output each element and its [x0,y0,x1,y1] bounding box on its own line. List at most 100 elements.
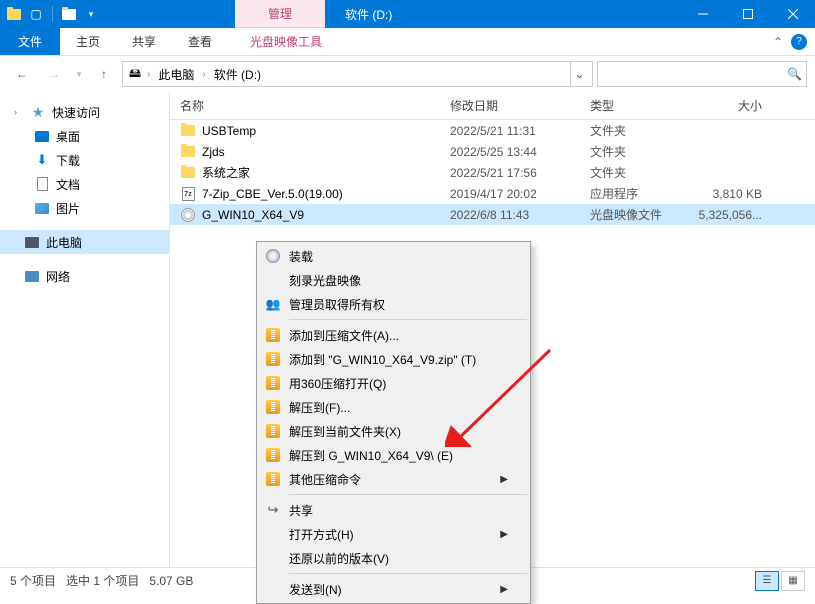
cm-restore-versions[interactable]: 还原以前的版本(V) [259,546,528,570]
status-item-count: 5 个项目 [10,572,56,589]
column-header-type[interactable]: 类型 [580,97,690,114]
chevron-right-icon[interactable]: › [200,69,207,80]
ribbon-file-tab[interactable]: 文件 [0,28,60,55]
status-size: 5.07 GB [149,574,193,588]
qat-properties-icon[interactable]: ▢ [26,4,46,24]
folder-icon [180,144,196,160]
ribbon-tab-share[interactable]: 共享 [116,28,172,55]
desktop-icon [34,128,50,144]
archive-icon [263,421,283,441]
cm-label: 刻录光盘映像 [289,272,508,289]
contextual-tab-manage[interactable]: 管理 [235,0,325,28]
blank-icon [263,579,283,599]
file-row[interactable]: G_WIN10_X64_V9 2022/6/8 11:43 光盘映像文件 5,3… [170,204,815,225]
sidebar-network[interactable]: 网络 [0,264,169,288]
ribbon-tab-home[interactable]: 主页 [60,28,116,55]
cm-label: 用360压缩打开(Q) [289,375,508,392]
status-selection: 选中 1 个项目 [66,572,139,589]
file-date: 2022/5/21 11:31 [440,124,580,138]
file-row[interactable]: Zjds 2022/5/25 13:44 文件夹 [170,141,815,162]
quickaccess-icon: ★ [30,104,46,120]
breadcrumb-dropdown-icon[interactable]: ⌄ [570,62,588,86]
column-header-date[interactable]: 修改日期 [440,97,580,114]
archive-icon [263,445,283,465]
file-type: 文件夹 [580,122,690,139]
title-bar: ▢ ▾ 管理 软件 (D:) [0,0,815,28]
submenu-arrow-icon: ▶ [500,529,508,540]
cm-label: 打开方式(H) [289,526,494,543]
nav-recent-dropdown[interactable]: ▾ [72,60,86,88]
file-row[interactable]: 7z7-Zip_CBE_Ver.5.0(19.00) 2019/4/17 20:… [170,183,815,204]
sidebar-quick-access[interactable]: › ★ 快速访问 [0,100,169,124]
view-details-button[interactable]: ☰ [755,571,779,591]
breadcrumb-item[interactable]: 此电脑 [154,64,198,85]
chevron-right-icon[interactable]: › [14,107,24,117]
search-input[interactable]: 🔍 [597,61,807,87]
archive-icon [263,349,283,369]
download-icon: ⬇ [34,152,50,168]
nav-up-button[interactable]: ↑ [90,60,118,88]
close-button[interactable] [770,0,815,28]
minimize-button[interactable] [680,0,725,28]
folder-icon [180,165,196,181]
qat-newfolder-icon[interactable] [59,4,79,24]
cm-add-named-zip[interactable]: 添加到 "G_WIN10_X64_V9.zip" (T) [259,347,528,371]
ribbon-tabs: 文件 主页 共享 查看 光盘映像工具 ⌃ ? [0,28,815,56]
file-date: 2022/6/8 11:43 [440,208,580,222]
quick-access-toolbar: ▢ ▾ [0,0,105,28]
file-name: USBTemp [202,124,256,138]
cm-add-archive[interactable]: 添加到压缩文件(A)... [259,323,528,347]
breadcrumb-item[interactable]: 软件 (D:) [210,64,265,85]
breadcrumb[interactable]: 🖴 › 此电脑 › 软件 (D:) ⌄ [122,61,593,87]
file-name: G_WIN10_X64_V9 [202,208,304,222]
view-large-button[interactable]: ▦ [781,571,805,591]
ribbon-tab-view[interactable]: 查看 [172,28,228,55]
sidebar-pictures[interactable]: 图片 [0,196,169,220]
menu-separator [289,319,527,320]
sidebar-item-label: 快速访问 [52,104,100,121]
cm-open-with[interactable]: 打开方式(H) ▶ [259,522,528,546]
maximize-button[interactable] [725,0,770,28]
chevron-right-icon[interactable]: › [145,69,152,80]
file-name: Zjds [202,145,225,159]
window-title: 软件 (D:) [325,0,680,28]
menu-separator [289,494,527,495]
column-header-size[interactable]: 大小 [690,97,780,114]
column-headers: 名称 修改日期 类型 大小 [170,92,815,120]
cm-mount[interactable]: 装载 [259,244,528,268]
ribbon-tab-disc-tools[interactable]: 光盘映像工具 [234,28,338,55]
cm-burn[interactable]: 刻录光盘映像 [259,268,528,292]
admin-icon: 👥 [263,294,283,314]
file-row[interactable]: 系统之家 2022/5/21 17:56 文件夹 [170,162,815,183]
file-name: 7-Zip_CBE_Ver.5.0(19.00) [202,187,343,201]
file-row[interactable]: USBTemp 2022/5/21 11:31 文件夹 [170,120,815,141]
document-icon [34,176,50,192]
sidebar-desktop[interactable]: 桌面 [0,124,169,148]
sidebar-item-label: 桌面 [56,128,80,145]
cm-extract-here[interactable]: 解压到当前文件夹(X) [259,419,528,443]
cm-label: 管理员取得所有权 [289,296,508,313]
cm-extract-to[interactable]: 解压到(F)... [259,395,528,419]
column-header-name[interactable]: 名称 [170,97,440,114]
cm-extract-named[interactable]: 解压到 G_WIN10_X64_V9\ (E) [259,443,528,467]
ribbon-collapse-icon[interactable]: ⌃ [773,35,783,49]
sidebar-documents[interactable]: 文档 [0,172,169,196]
cm-label: 添加到 "G_WIN10_X64_V9.zip" (T) [289,351,508,368]
breadcrumb-drive-icon: 🖴 [127,66,143,82]
help-icon[interactable]: ? [791,34,807,50]
cm-label: 解压到(F)... [289,399,508,416]
cm-share[interactable]: ↪ 共享 [259,498,528,522]
cm-send-to[interactable]: 发送到(N) ▶ [259,577,528,601]
file-date: 2019/4/17 20:02 [440,187,580,201]
nav-back-button[interactable]: ← [8,60,36,88]
nav-forward-button[interactable]: → [40,60,68,88]
qat-dropdown-icon[interactable]: ▾ [81,4,101,24]
sidebar-this-pc[interactable]: 此电脑 [0,230,169,254]
cm-open-360[interactable]: 用360压缩打开(Q) [259,371,528,395]
blank-icon [263,270,283,290]
archive-icon [263,325,283,345]
sidebar-downloads[interactable]: ⬇ 下载 [0,148,169,172]
cm-other-compress[interactable]: 其他压缩命令 ▶ [259,467,528,491]
menu-separator [289,573,527,574]
cm-admin-ownership[interactable]: 👥 管理员取得所有权 [259,292,528,316]
